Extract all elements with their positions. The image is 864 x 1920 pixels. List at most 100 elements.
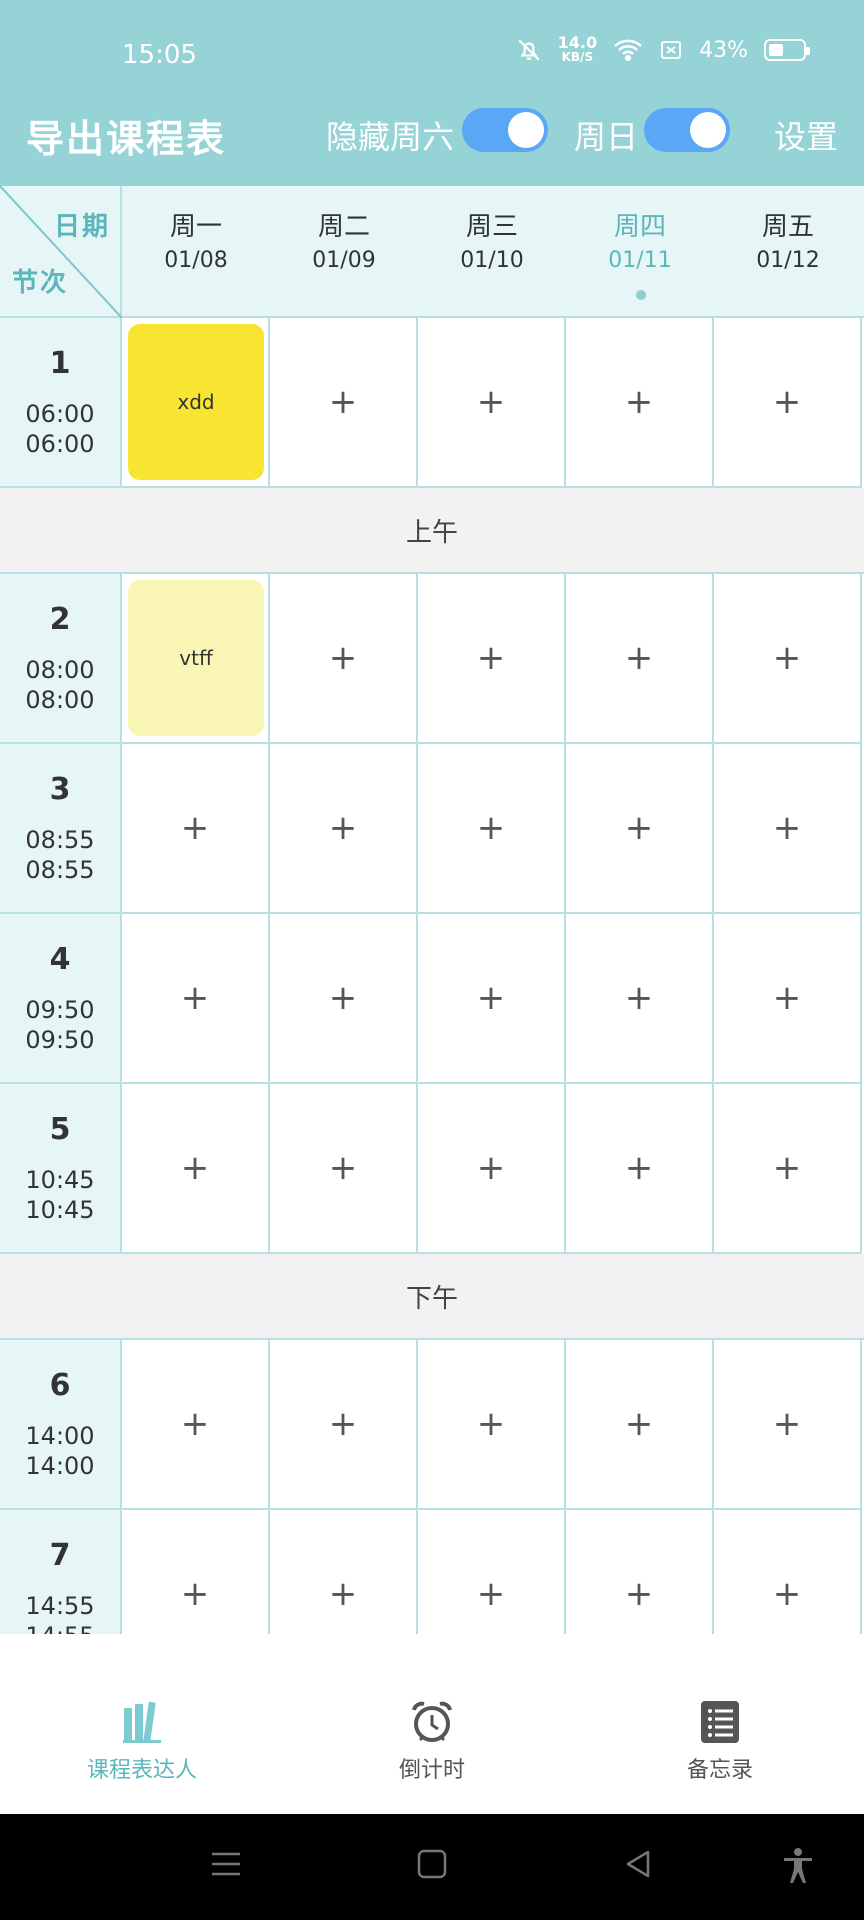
add-icon: +: [624, 1148, 654, 1188]
period-end-time: 14:00: [25, 1452, 95, 1480]
add-course-slot[interactable]: +: [418, 744, 566, 914]
add-course-slot[interactable]: +: [714, 1510, 862, 1634]
export-schedule-title[interactable]: 导出课程表: [26, 108, 226, 163]
period-cell: 5 10:45 10:45: [0, 1084, 122, 1254]
nav-memo[interactable]: 备忘录: [620, 1700, 820, 1784]
add-icon: +: [476, 1404, 506, 1444]
add-course-slot[interactable]: +: [566, 744, 714, 914]
add-course-slot[interactable]: +: [122, 1340, 270, 1510]
add-course-slot[interactable]: +: [566, 1340, 714, 1510]
course-slot[interactable]: vtff: [122, 574, 270, 744]
add-course-slot[interactable]: +: [714, 574, 862, 744]
course-block[interactable]: xdd: [128, 324, 264, 480]
add-course-slot[interactable]: +: [122, 1510, 270, 1634]
add-course-slot[interactable]: +: [714, 1340, 862, 1510]
accessibility-icon[interactable]: [782, 1848, 814, 1888]
add-course-slot[interactable]: +: [418, 318, 566, 488]
hide-saturday-label: 隐藏周六: [326, 118, 455, 156]
course-slot[interactable]: xdd: [122, 318, 270, 488]
nav-countdown[interactable]: 倒计时: [332, 1700, 532, 1784]
add-icon: +: [772, 1574, 802, 1614]
add-icon: +: [772, 978, 802, 1018]
today-indicator-dot: [636, 290, 646, 300]
add-icon: +: [624, 808, 654, 848]
day-header-thu: 周四 01/11: [566, 186, 714, 316]
add-icon: +: [180, 978, 210, 1018]
add-icon: +: [624, 1574, 654, 1614]
period-start-time: 08:55: [25, 826, 95, 854]
add-course-slot[interactable]: +: [270, 1510, 418, 1634]
period-end-time: 09:50: [25, 1026, 95, 1054]
add-course-slot[interactable]: +: [270, 1340, 418, 1510]
add-course-slot[interactable]: +: [566, 574, 714, 744]
day-header-wed: 周三 01/10: [460, 212, 524, 273]
day-header-mon: 周一 01/08: [164, 212, 228, 273]
period-end-time: 14:55: [0, 1622, 120, 1634]
sunday-label: 周日: [574, 118, 639, 156]
add-course-slot[interactable]: +: [566, 1510, 714, 1634]
nav-schedule[interactable]: 课程表达人: [42, 1700, 242, 1784]
system-nav-bar: [0, 1814, 864, 1920]
memo-list-icon: [701, 1701, 739, 1743]
morning-divider: 上午: [0, 488, 864, 574]
settings-button[interactable]: 设置: [774, 112, 838, 158]
add-course-slot[interactable]: +: [714, 1084, 862, 1254]
add-icon: +: [772, 1404, 802, 1444]
period-end-time: 08:55: [25, 856, 95, 884]
add-course-slot[interactable]: +: [566, 318, 714, 488]
toggle-knob: [690, 112, 726, 148]
add-icon: +: [476, 808, 506, 848]
period-cell: 6 14:00 14:00: [0, 1340, 122, 1510]
add-course-slot[interactable]: +: [418, 1510, 566, 1634]
add-course-slot[interactable]: +: [714, 914, 862, 1084]
add-icon: +: [180, 1574, 210, 1614]
add-course-slot[interactable]: +: [270, 318, 418, 488]
books-icon: [123, 1701, 161, 1743]
add-icon: +: [328, 638, 358, 678]
corner-period-label: 节次: [12, 268, 69, 298]
add-icon: +: [180, 808, 210, 848]
add-course-slot[interactable]: +: [566, 1084, 714, 1254]
add-course-slot[interactable]: +: [270, 574, 418, 744]
add-icon: +: [328, 1148, 358, 1188]
add-course-slot[interactable]: +: [122, 914, 270, 1084]
period-start-time: 08:00: [25, 656, 95, 684]
period-end-time: 08:00: [25, 686, 95, 714]
menu-icon[interactable]: [210, 1848, 242, 1884]
period-cell: 2 08:00 08:00: [0, 574, 122, 744]
add-icon: +: [180, 1148, 210, 1188]
add-course-slot[interactable]: +: [566, 914, 714, 1084]
add-icon: +: [624, 382, 654, 422]
add-icon: +: [624, 978, 654, 1018]
add-course-slot[interactable]: +: [122, 1084, 270, 1254]
period-cell: 7 14:55 14:55: [0, 1510, 122, 1634]
battery-percent: 43%: [699, 37, 748, 63]
add-course-slot[interactable]: +: [418, 1340, 566, 1510]
day-header-row: 日期 节次 周一 01/08 周二 01/09 周三 01/10 周四 01/1…: [0, 186, 864, 318]
add-course-slot[interactable]: +: [714, 744, 862, 914]
add-icon: +: [328, 382, 358, 422]
back-icon[interactable]: [622, 1848, 654, 1884]
add-course-slot[interactable]: +: [418, 914, 566, 1084]
add-course-slot[interactable]: +: [270, 1084, 418, 1254]
sunday-toggle[interactable]: [644, 108, 730, 152]
add-course-slot[interactable]: +: [418, 574, 566, 744]
bottom-nav: 课程表达人 倒计时 备忘录: [0, 1634, 864, 1814]
add-icon: +: [328, 978, 358, 1018]
add-course-slot[interactable]: +: [418, 1084, 566, 1254]
add-course-slot[interactable]: +: [270, 744, 418, 914]
course-block[interactable]: vtff: [128, 580, 264, 736]
period-start-time: 06:00: [25, 400, 95, 428]
add-course-slot[interactable]: +: [270, 914, 418, 1084]
hide-saturday-toggle[interactable]: [462, 108, 548, 152]
home-icon[interactable]: [416, 1848, 448, 1884]
alarm-clock-icon: [412, 1701, 452, 1742]
period-number: 1: [49, 346, 71, 381]
add-icon: +: [476, 1148, 506, 1188]
period-number: 6: [49, 1368, 71, 1403]
period-start-time: 14:00: [25, 1422, 95, 1450]
add-course-slot[interactable]: +: [714, 318, 862, 488]
add-course-slot[interactable]: +: [122, 744, 270, 914]
mute-bell-icon: [516, 37, 542, 63]
period-number: 4: [49, 942, 71, 977]
